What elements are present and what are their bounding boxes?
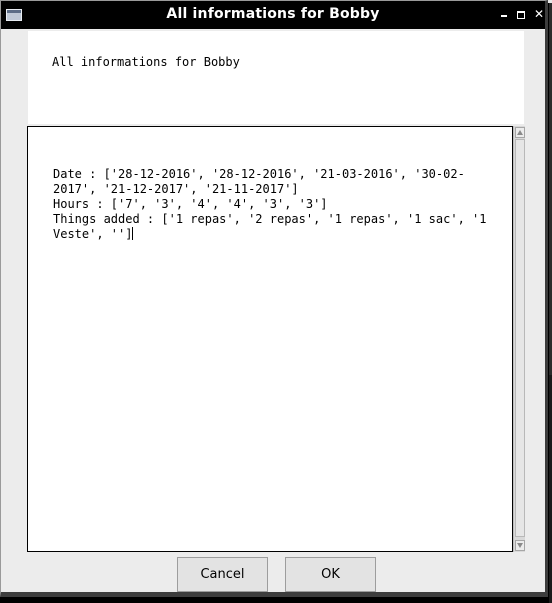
window-title: All informations for Bobby [166,6,380,22]
dialog-window: All informations for Bobby ✕ All informa… [0,0,548,597]
header-label: All informations for Bobby [52,55,240,69]
header-panel: All informations for Bobby [28,31,524,124]
maximize-icon[interactable] [514,7,528,21]
cancel-button[interactable]: Cancel [177,557,268,592]
scroll-thumb[interactable] [515,139,525,537]
vertical-scrollbar[interactable] [513,126,525,552]
details-text-content: Date : ['28-12-2016', '28-12-2016', '21-… [53,167,487,241]
minimize-icon[interactable] [497,7,511,21]
title-bar[interactable]: All informations for Bobby ✕ [1,1,545,29]
text-caret [132,227,134,240]
scroll-up-icon[interactable] [515,127,525,138]
details-text-area[interactable]: Date : ['28-12-2016', '28-12-2016', '21-… [27,126,513,552]
ok-button[interactable]: OK [285,557,376,592]
details-text: Date : ['28-12-2016', '28-12-2016', '21-… [53,167,493,242]
close-icon[interactable]: ✕ [532,7,546,21]
scroll-down-icon[interactable] [515,540,525,551]
